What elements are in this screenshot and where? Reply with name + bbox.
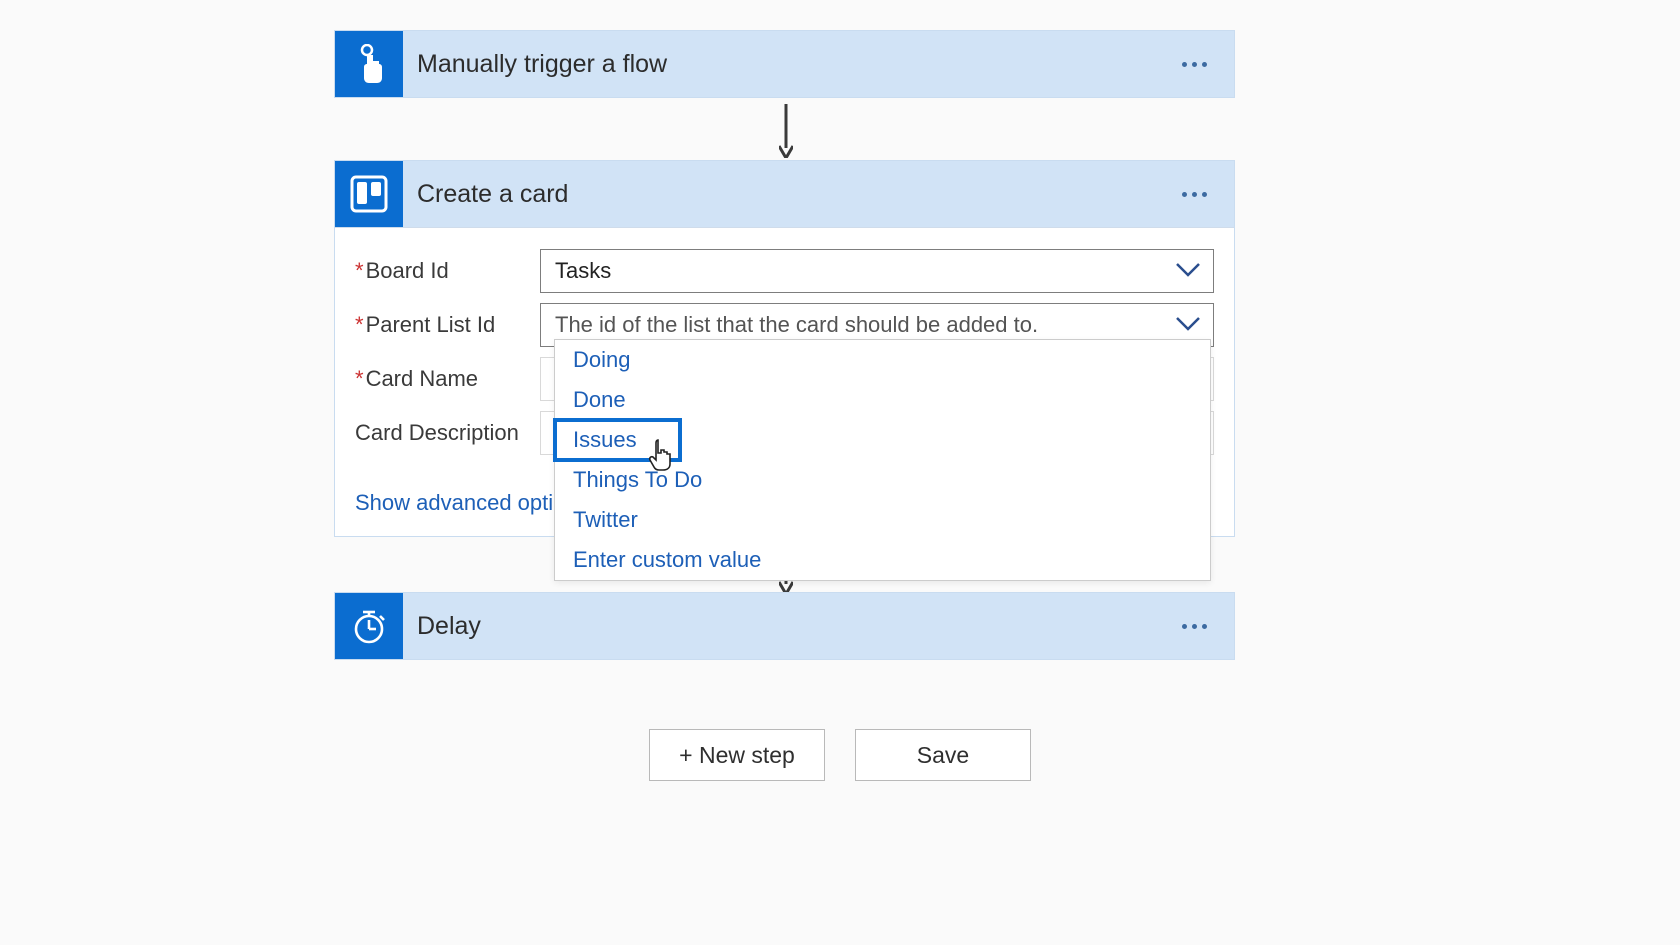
dropdown-option-done[interactable]: Done xyxy=(555,380,1210,420)
trello-icon xyxy=(335,161,403,227)
cursor-pointer-icon xyxy=(648,438,676,472)
chevron-down-icon xyxy=(1175,258,1201,284)
connector-arrow-icon xyxy=(779,104,793,158)
action-card-header: Create a card xyxy=(335,161,1234,227)
row-board-id: *Board Id Tasks xyxy=(355,248,1214,294)
trigger-card-header: Manually trigger a flow xyxy=(335,31,1234,97)
new-step-button[interactable]: + New step xyxy=(649,729,825,781)
trigger-title: Manually trigger a flow xyxy=(403,50,1164,79)
board-id-value: Tasks xyxy=(555,258,611,284)
action-more-button[interactable] xyxy=(1164,174,1224,214)
bottom-button-row: + New step Save xyxy=(0,729,1680,781)
dropdown-option-doing[interactable]: Doing xyxy=(555,340,1210,380)
manual-trigger-icon xyxy=(335,31,403,97)
parent-list-id-placeholder: The id of the list that the card should … xyxy=(555,312,1038,338)
dropdown-option-twitter[interactable]: Twitter xyxy=(555,500,1210,540)
delay-card-header: Delay xyxy=(335,593,1234,659)
delay-more-button[interactable] xyxy=(1164,606,1224,646)
delay-title: Delay xyxy=(403,612,1164,641)
delay-icon xyxy=(335,593,403,659)
label-card-description: Card Description xyxy=(355,420,540,446)
chevron-down-icon xyxy=(1175,312,1201,338)
trigger-more-button[interactable] xyxy=(1164,44,1224,84)
trigger-card[interactable]: Manually trigger a flow xyxy=(334,30,1235,98)
board-id-select[interactable]: Tasks xyxy=(540,249,1214,293)
label-card-name: *Card Name xyxy=(355,366,540,392)
label-parent-list-id: *Parent List Id xyxy=(355,312,540,338)
dropdown-option-custom[interactable]: Enter custom value xyxy=(555,540,1210,580)
action-title: Create a card xyxy=(403,180,1164,209)
label-board-id: *Board Id xyxy=(355,258,540,284)
delay-card[interactable]: Delay xyxy=(334,592,1235,660)
save-button[interactable]: Save xyxy=(855,729,1031,781)
flow-designer-canvas: Manually trigger a flow Create a card xyxy=(0,0,1680,945)
